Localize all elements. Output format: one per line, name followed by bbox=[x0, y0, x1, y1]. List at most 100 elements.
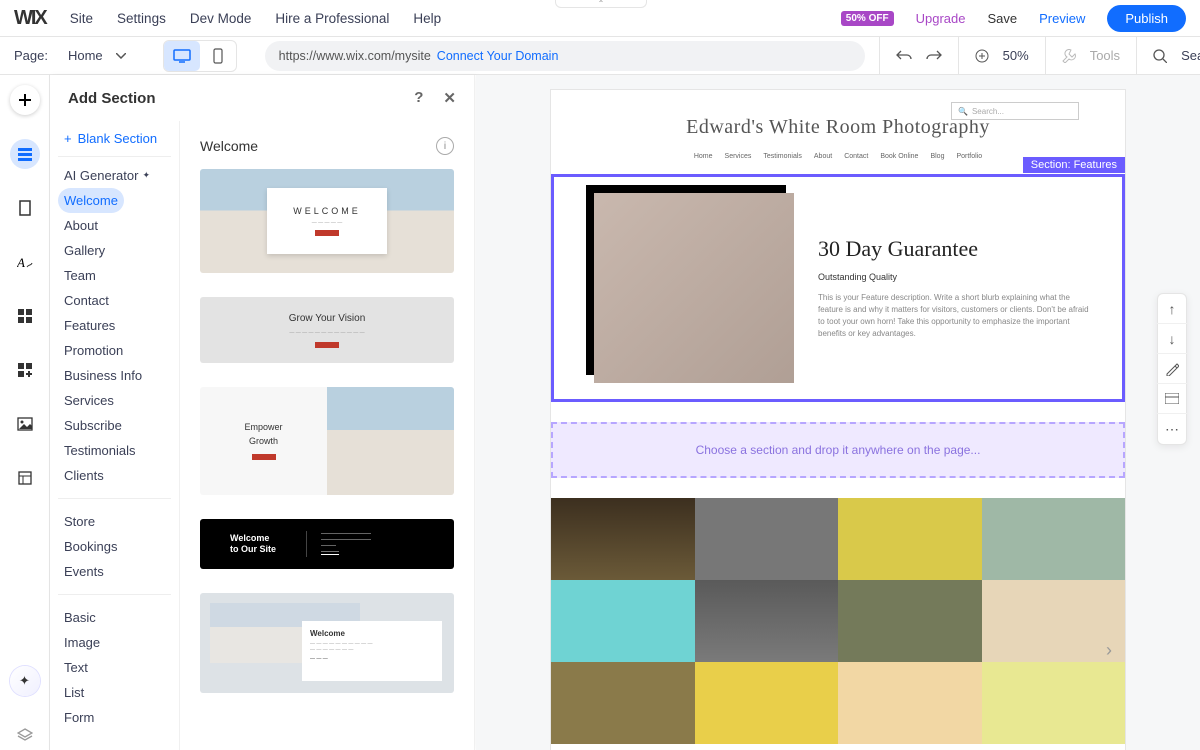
apps-button[interactable] bbox=[10, 301, 40, 331]
zoom-value: 50% bbox=[1003, 48, 1029, 63]
menu-hire[interactable]: Hire a Professional bbox=[275, 11, 389, 26]
template-welcome-3[interactable]: EmpowerGrowth bbox=[200, 387, 454, 495]
zoom-control[interactable]: 50% bbox=[958, 37, 1045, 75]
ai-button[interactable]: ✦ bbox=[10, 666, 40, 696]
section-features[interactable]: Section: Features 30 Day Guarantee Outst… bbox=[551, 174, 1125, 402]
cat-business-info[interactable]: Business Info bbox=[58, 363, 171, 388]
media-button[interactable] bbox=[10, 409, 40, 439]
info-icon[interactable]: i bbox=[436, 137, 454, 155]
panel-help-button[interactable]: ? bbox=[414, 89, 423, 107]
save-button[interactable]: Save bbox=[987, 11, 1017, 26]
gallery-cell[interactable] bbox=[838, 662, 982, 744]
add-section-panel: Add Section ? ✕ +Blank Section AI Genera… bbox=[50, 75, 475, 750]
search-button[interactable]: Search bbox=[1136, 37, 1200, 75]
nav-services[interactable]: Services bbox=[725, 153, 752, 160]
wrench-icon bbox=[1062, 49, 1076, 63]
gallery-cell[interactable] bbox=[838, 580, 982, 662]
template-welcome-2[interactable]: Grow Your Vision— — — — — — — — — — — — bbox=[200, 297, 454, 363]
panel-close-button[interactable]: ✕ bbox=[443, 89, 456, 107]
editor-canvas[interactable]: 🔍Search... Edward's White Room Photograp… bbox=[476, 75, 1200, 750]
cat-text[interactable]: Text bbox=[58, 655, 171, 680]
connect-domain-link[interactable]: Connect Your Domain bbox=[437, 49, 559, 63]
gallery-cell[interactable] bbox=[551, 580, 695, 662]
gallery-cell[interactable] bbox=[838, 498, 982, 580]
nav-about[interactable]: About bbox=[814, 153, 832, 160]
cat-promotion[interactable]: Promotion bbox=[58, 338, 171, 363]
cat-about[interactable]: About bbox=[58, 213, 171, 238]
cat-image[interactable]: Image bbox=[58, 630, 171, 655]
more-button[interactable]: ⋯ bbox=[1157, 414, 1187, 444]
cat-services[interactable]: Services bbox=[58, 388, 171, 413]
cat-clients[interactable]: Clients bbox=[58, 463, 171, 488]
tools-button[interactable]: Tools bbox=[1045, 37, 1136, 75]
upgrade-link[interactable]: Upgrade bbox=[916, 11, 966, 26]
cat-features[interactable]: Features bbox=[58, 313, 171, 338]
layers-button[interactable] bbox=[10, 720, 40, 750]
cat-testimonials[interactable]: Testimonials bbox=[58, 438, 171, 463]
menu-dev-mode[interactable]: Dev Mode bbox=[190, 11, 252, 26]
theme-button[interactable]: A bbox=[10, 247, 40, 277]
gallery-next-arrow[interactable]: › bbox=[1099, 640, 1119, 660]
canvas-toolbar: ↑ ↓ ⋯ bbox=[1157, 293, 1187, 445]
page-name: Home bbox=[68, 48, 103, 63]
sections-button[interactable] bbox=[10, 139, 40, 169]
cat-contact[interactable]: Contact bbox=[58, 288, 171, 313]
collapse-handle[interactable]: ⌃ bbox=[555, 0, 647, 8]
publish-button[interactable]: Publish bbox=[1107, 5, 1186, 32]
cat-team[interactable]: Team bbox=[58, 263, 171, 288]
edit-button[interactable] bbox=[1157, 354, 1187, 384]
pages-button[interactable] bbox=[10, 193, 40, 223]
nav-book-online[interactable]: Book Online bbox=[880, 153, 918, 160]
left-toolbar: A ✦ bbox=[0, 75, 50, 750]
blank-section-button[interactable]: +Blank Section bbox=[58, 121, 171, 157]
gallery-cell[interactable] bbox=[695, 580, 839, 662]
menu-site[interactable]: Site bbox=[70, 11, 93, 26]
redo-button[interactable] bbox=[926, 49, 942, 63]
gallery-cell[interactable] bbox=[982, 662, 1126, 744]
cat-basic[interactable]: Basic bbox=[58, 605, 171, 630]
gallery-cell[interactable] bbox=[695, 498, 839, 580]
feature-image bbox=[594, 193, 794, 383]
nav-portfolio[interactable]: Portfolio bbox=[956, 153, 982, 160]
feature-subheading: Outstanding Quality bbox=[818, 272, 1092, 282]
cat-form[interactable]: Form bbox=[58, 705, 171, 730]
page-label: Page: bbox=[14, 48, 48, 63]
gallery-cell[interactable] bbox=[982, 498, 1126, 580]
nav-blog[interactable]: Blog bbox=[930, 153, 944, 160]
cat-events[interactable]: Events bbox=[58, 559, 171, 584]
layout-button[interactable] bbox=[1157, 384, 1187, 414]
page-dropdown[interactable]: Home bbox=[68, 48, 129, 64]
site-search-input[interactable]: 🔍Search... bbox=[951, 102, 1079, 120]
template-welcome-1[interactable]: WELCOME— — — — — bbox=[200, 169, 454, 273]
cat-list[interactable]: List bbox=[58, 680, 171, 705]
add-button[interactable] bbox=[10, 85, 40, 115]
move-down-button[interactable]: ↓ bbox=[1157, 324, 1187, 354]
cms-button[interactable] bbox=[10, 463, 40, 493]
panel-title: Add Section bbox=[68, 90, 156, 107]
preview-button[interactable]: Preview bbox=[1039, 11, 1085, 26]
url-bar[interactable]: https://www.wix.com/mysite Connect Your … bbox=[265, 41, 865, 71]
cat-bookings[interactable]: Bookings bbox=[58, 534, 171, 559]
nav-contact[interactable]: Contact bbox=[844, 153, 868, 160]
template-welcome-4[interactable]: Welcometo Our Site——————————————————————… bbox=[200, 519, 454, 569]
cat-subscribe[interactable]: Subscribe bbox=[58, 413, 171, 438]
template-welcome-5[interactable]: Welcome— — — — — — — — — —— — — — — — ——… bbox=[200, 593, 454, 693]
cat-store[interactable]: Store bbox=[58, 509, 171, 534]
menu-settings[interactable]: Settings bbox=[117, 11, 166, 26]
add-app-button[interactable] bbox=[10, 355, 40, 385]
menu-help[interactable]: Help bbox=[413, 11, 441, 26]
gallery-cell[interactable] bbox=[695, 662, 839, 744]
drop-zone[interactable]: Choose a section and drop it anywhere on… bbox=[551, 422, 1125, 478]
gallery-cell[interactable] bbox=[551, 662, 695, 744]
cat-welcome[interactable]: Welcome bbox=[58, 188, 124, 213]
desktop-view-button[interactable] bbox=[164, 41, 200, 71]
cat-ai-generator[interactable]: AI Generator✦ bbox=[58, 163, 171, 188]
gallery-cell[interactable] bbox=[551, 498, 695, 580]
move-up-button[interactable]: ↑ bbox=[1157, 294, 1187, 324]
undo-button[interactable] bbox=[896, 49, 912, 63]
search-icon: 🔍 bbox=[958, 107, 968, 116]
nav-home[interactable]: Home bbox=[694, 153, 713, 160]
cat-gallery[interactable]: Gallery bbox=[58, 238, 171, 263]
mobile-view-button[interactable] bbox=[200, 41, 236, 71]
nav-testimonials[interactable]: Testimonials bbox=[763, 153, 802, 160]
